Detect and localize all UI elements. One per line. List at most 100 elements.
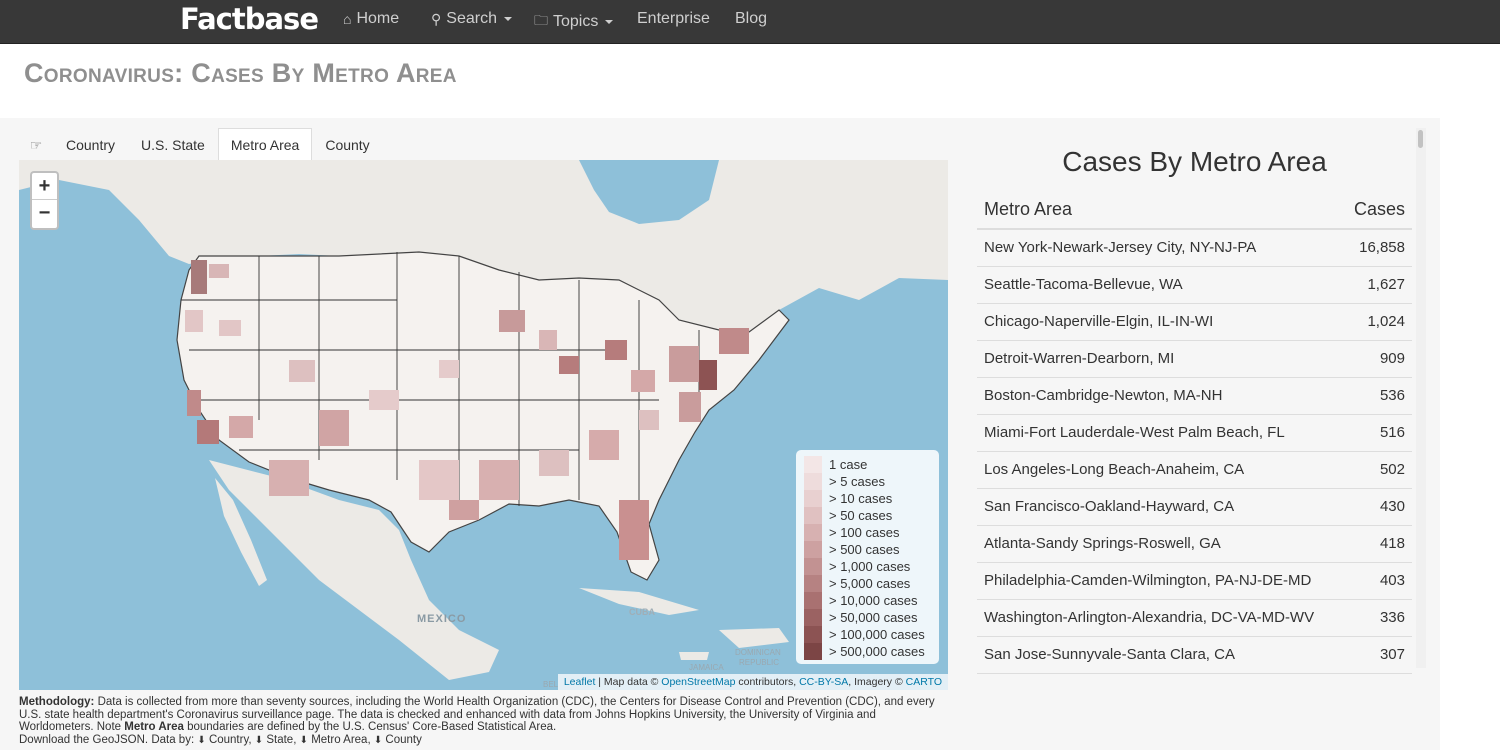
nav-topics-label: Topics [553,13,599,30]
legend-item: > 10 cases [804,490,931,507]
table-body: New York-Newark-Jersey City, NY-NJ-PA 16,… [977,230,1412,674]
zoom-control: + − [30,171,59,230]
view-tabs: ☞ Country U.S. State Metro Area County [19,128,383,160]
legend-item: > 500 cases [804,541,931,558]
map-label-cuba: CUBA [629,607,655,617]
scrollbar-thumb[interactable] [1418,130,1423,148]
legend-swatch [804,558,822,575]
download-county-link[interactable]: County [385,734,421,746]
legend-label: > 5 cases [829,474,886,489]
cases-cell: 909 [1379,350,1405,367]
nav-home[interactable]: ⌂ Home [343,10,399,28]
legend-swatch [804,507,822,524]
legend-label: > 500 cases [829,542,900,557]
tab-county[interactable]: County [312,128,383,160]
brand-logo[interactable]: Factbase [180,2,319,36]
download-icon: ⬇ [373,734,383,746]
legend-item: > 5,000 cases [804,575,931,592]
metro-area-cell: Los Angeles-Long Beach-Anaheim, CA [984,461,1245,478]
column-header-cases[interactable]: Cases [1354,192,1405,228]
table-row[interactable]: New York-Newark-Jersey City, NY-NJ-PA 16,… [977,230,1412,267]
methodology-label: Methodology: [19,696,95,708]
cases-cell: 516 [1379,424,1405,441]
legend-label: 1 case [829,457,868,472]
download-state-link[interactable]: State [266,734,293,746]
osm-link[interactable]: OpenStreetMap [661,676,735,688]
table-row[interactable]: Atlanta-Sandy Springs-Roswell, GA 418 [977,526,1412,563]
table-row[interactable]: San Jose-Sunnyvale-Santa Clara, CA 307 [977,637,1412,674]
legend-swatch [804,575,822,592]
legend-swatch [804,609,822,626]
legend-swatch [804,473,822,490]
cases-cell: 1,024 [1367,313,1405,330]
legend-label: > 50,000 cases [829,610,918,625]
legend-item: > 500,000 cases [804,643,931,660]
choropleth-map[interactable]: MEXICO CUBA JAMAICA DOMINICAN REPUBLIC B… [19,160,948,690]
cases-cell: 430 [1379,498,1405,515]
table-title: Cases By Metro Area [1062,146,1327,177]
download-text: Download the GeoJSON. Data by: [19,733,198,746]
leaflet-link[interactable]: Leaflet [564,676,596,688]
download-icon: ⬇ [197,734,206,746]
nav-home-label: Home [356,10,400,27]
map-legend: 1 case > 5 cases > 10 cases > 50 cases > 100… [796,450,939,664]
tab-us-state[interactable]: U.S. State [128,128,218,160]
zoom-in-button[interactable]: + [32,173,57,200]
metro-area-cell: Atlanta-Sandy Springs-Roswell, GA [984,535,1221,552]
table-row[interactable]: Philadelphia-Camden-Wilmington, PA-NJ-DE… [977,563,1412,600]
table-row[interactable]: Washington-Arlington-Alexandria, DC-VA-M… [977,600,1412,637]
legend-swatch [804,456,822,473]
download-country-link[interactable]: Country [209,734,248,746]
page-margin [1440,118,1500,750]
hispaniola-island [719,628,789,648]
table-row[interactable]: Miami-Fort Lauderdale-West Palm Beach, F… [977,415,1412,452]
legend-label: > 100,000 cases [829,627,925,642]
table-header: Metro Area Cases [977,192,1412,230]
table-row[interactable]: San Francisco-Oakland-Hayward, CA 430 [977,489,1412,526]
cases-cell: 418 [1379,535,1405,552]
nav-topics[interactable]: 🗀 Topics [534,10,614,34]
cases-cell: 1,627 [1367,276,1405,293]
table-row[interactable]: Boston-Cambridge-Newton, MA-NH 536 [977,378,1412,415]
home-icon: ⌂ [343,11,352,27]
legend-item: > 1,000 cases [804,558,931,575]
folder-icon: 🗀 [534,12,548,28]
nav-search[interactable]: ⚲ Search [431,10,512,28]
attribution-text: , Imagery © [848,676,906,688]
metro-area-cell: Washington-Arlington-Alexandria, DC-VA-M… [984,609,1315,626]
map-label-mexico: MEXICO [417,613,466,625]
legend-swatch [804,541,822,558]
legend-item: 1 case [804,456,931,473]
metro-area-cell: Boston-Cambridge-Newton, MA-NH [984,387,1223,404]
legend-swatch [804,524,822,541]
cases-cell: 336 [1379,609,1405,626]
carto-link[interactable]: CARTO [906,676,942,688]
metro-area-cell: New York-Newark-Jersey City, NY-NJ-PA [984,239,1257,256]
caret-down-icon [605,20,614,24]
pointer-hand-icon[interactable]: ☞ [19,128,53,160]
nav-blog-label: Blog [735,10,768,27]
cc-by-sa-link[interactable]: CC-BY-SA [799,676,848,688]
nav-search-label: Search [446,10,497,27]
nav-blog[interactable]: Blog [735,10,767,28]
legend-item: > 10,000 cases [804,592,931,609]
methodology-bold-term: Metro Area [124,721,184,733]
table-row[interactable]: Chicago-Naperville-Elgin, IL-IN-WI 1,024 [977,304,1412,341]
nav-enterprise[interactable]: Enterprise [637,10,710,28]
cases-cell: 16,858 [1359,239,1405,256]
table-row[interactable]: Seattle-Tacoma-Bellevue, WA 1,627 [977,267,1412,304]
methodology-note: Methodology: Data is collected from more… [19,696,935,746]
metro-area-cell: San Francisco-Oakland-Hayward, CA [984,498,1235,515]
jamaica-island [679,652,709,660]
legend-swatch [804,592,822,609]
column-header-metro-area[interactable]: Metro Area [984,192,1072,228]
tab-country[interactable]: Country [53,128,129,160]
table-row[interactable]: Los Angeles-Long Beach-Anaheim, CA 502 [977,452,1412,489]
download-metro-link[interactable]: Metro Area [311,734,367,746]
table-row[interactable]: Detroit-Warren-Dearborn, MI 909 [977,341,1412,378]
scrollbar[interactable] [1416,128,1426,668]
legend-swatch [804,490,822,507]
zoom-out-button[interactable]: − [32,200,57,227]
metro-area-cell: San Jose-Sunnyvale-Santa Clara, CA [984,646,1235,663]
tab-metro-area[interactable]: Metro Area [217,128,313,160]
